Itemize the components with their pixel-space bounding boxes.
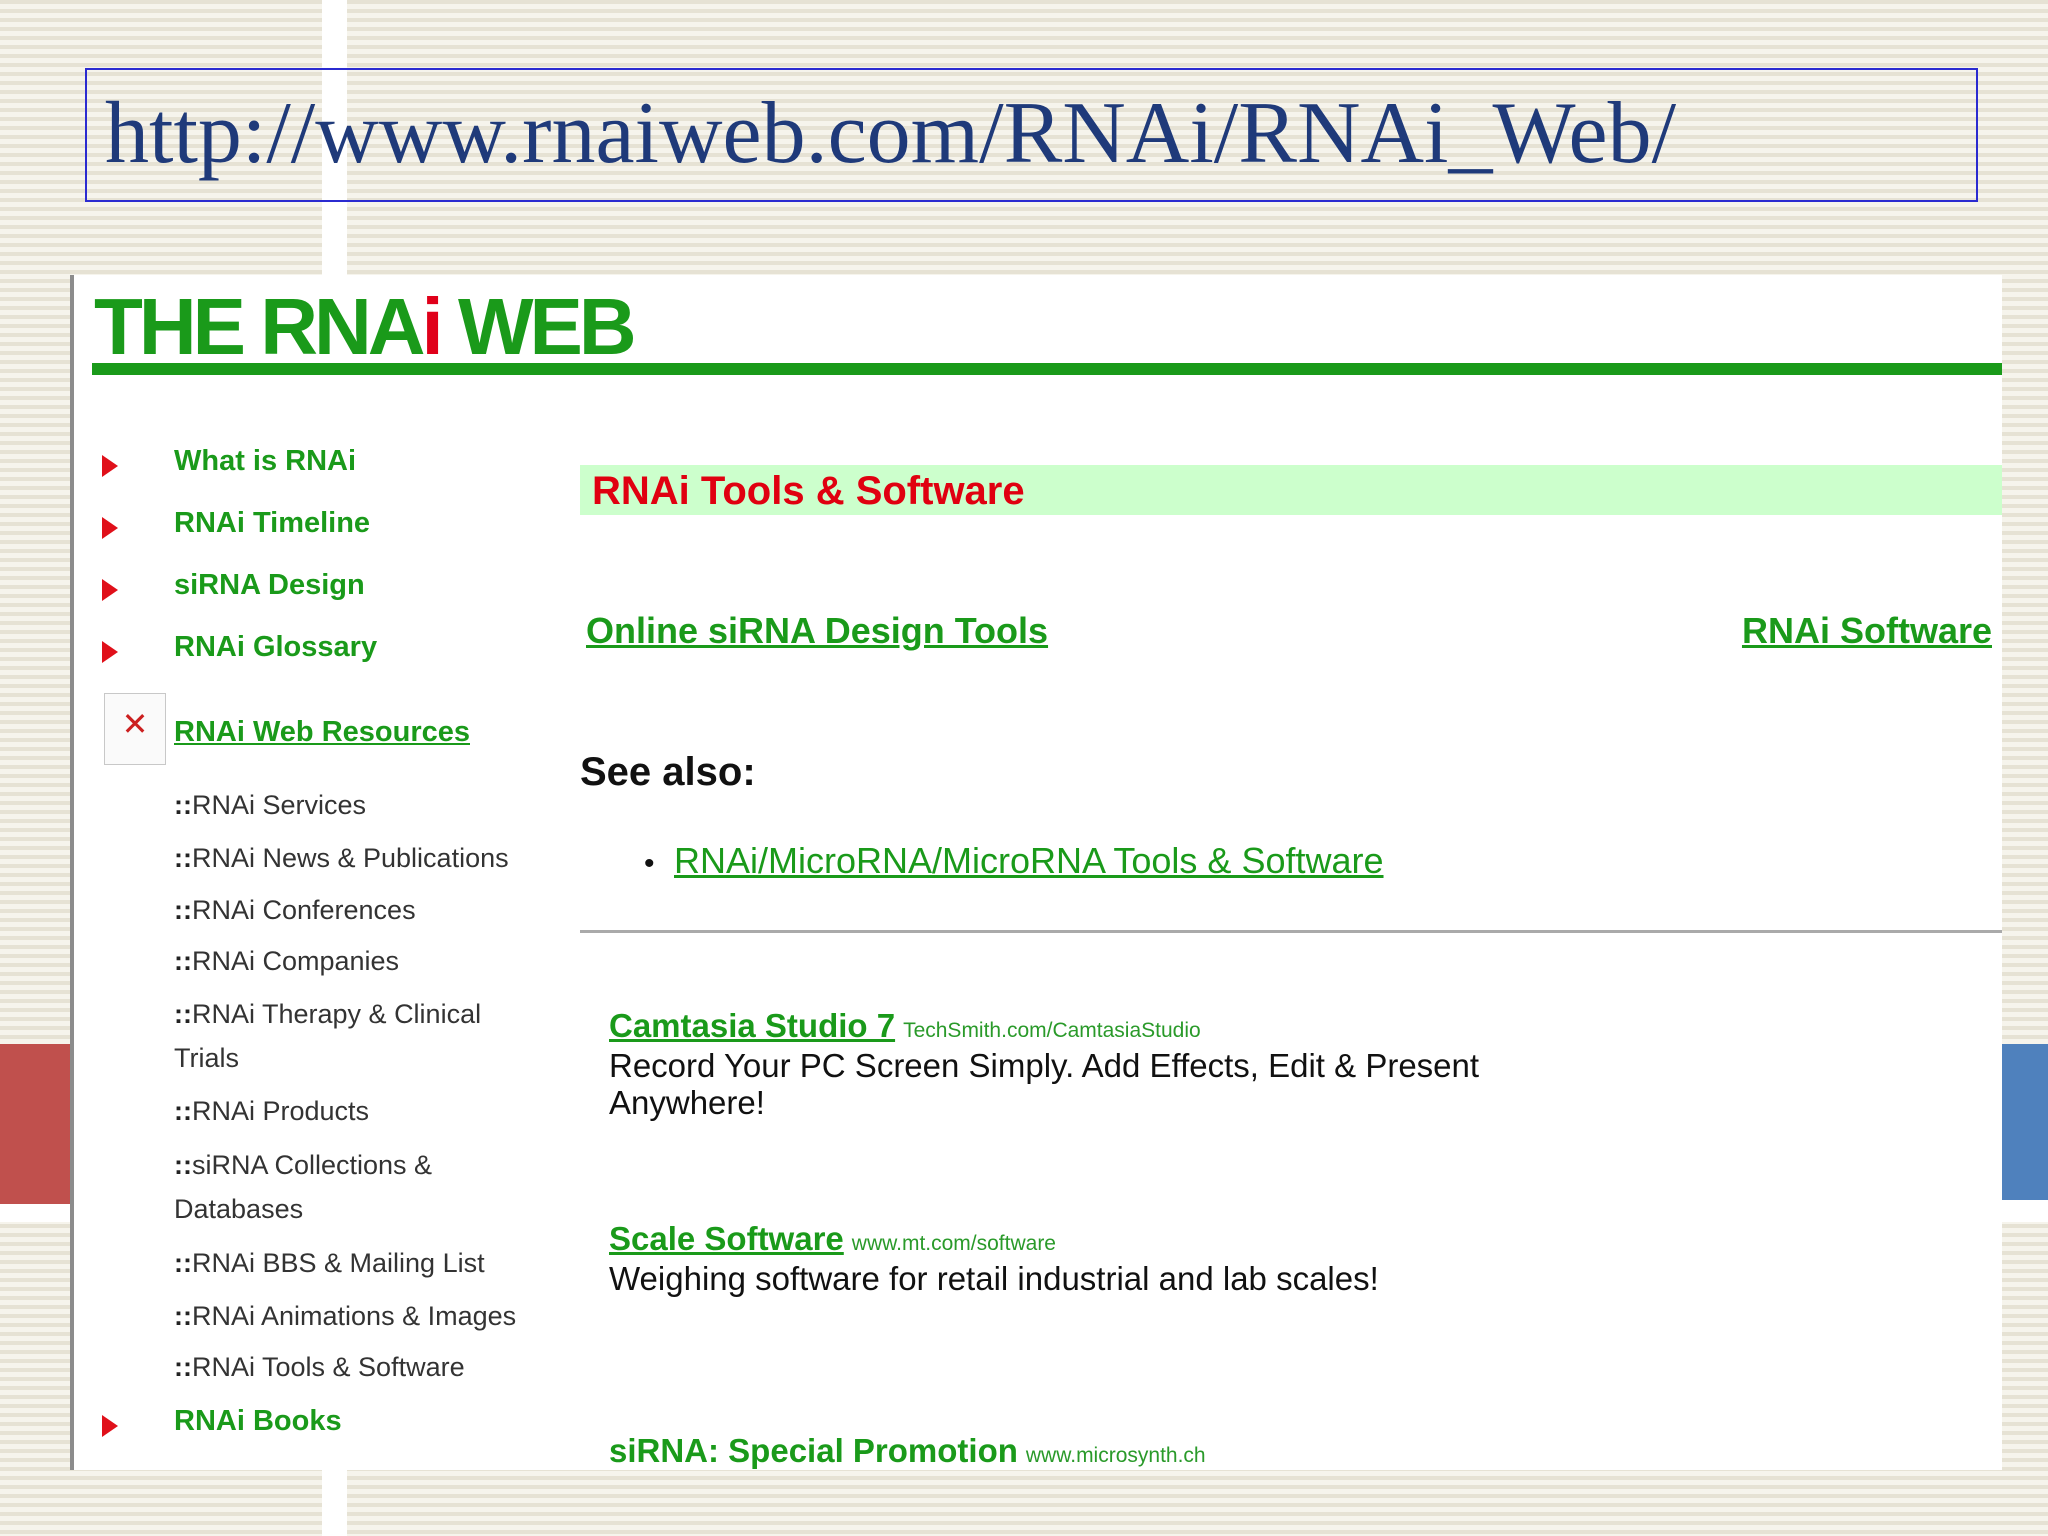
decorative-blue-block [1998, 1044, 2048, 1200]
sub-link-rnai-news[interactable]: ::RNAi News & Publications [174, 836, 574, 880]
logo-text-main: THE RNA [94, 282, 426, 371]
sub-label: RNAi Conferences [191, 895, 416, 925]
sub-prefix: :: [174, 999, 192, 1029]
ad-description: Weighing software for retail industrial … [609, 1260, 1379, 1297]
url-title-box: http://www.rnaiweb.com/RNAi/RNAi_Web/ [85, 68, 1978, 202]
sub-prefix: :: [174, 1352, 192, 1382]
nav-label: RNAi Timeline [174, 507, 371, 539]
sub-link-rnai-companies[interactable]: ::RNAi Companies [174, 939, 574, 983]
sub-link-rnai-tools[interactable]: ::RNAi Tools & Software [174, 1345, 574, 1389]
sub-link-sirna-collections[interactable]: ::siRNA Collections & Databases [174, 1143, 494, 1231]
sub-label: RNAi Products [191, 1096, 370, 1126]
header-divider [92, 363, 2002, 375]
bullet: • [644, 847, 655, 880]
ad-title-link[interactable]: siRNA: Special Promotion [609, 1432, 1018, 1469]
sub-link-rnai-services[interactable]: ::RNAi Services [174, 783, 574, 827]
sub-link-rnai-conferences[interactable]: ::RNAi Conferences [174, 888, 574, 932]
ad-url[interactable]: www.microsynth.ch [1026, 1444, 1206, 1467]
nav-link-rnai-web-resources[interactable]: RNAi Web Resources [174, 716, 470, 749]
arrow-icon [102, 579, 118, 601]
sub-label: RNAi Therapy & Clinical Trials [174, 999, 482, 1073]
broken-image-icon: ✕ [104, 693, 166, 765]
nav-label: siRNA Design [174, 569, 365, 601]
sub-prefix: :: [174, 1248, 192, 1278]
sub-prefix: :: [174, 1150, 192, 1180]
site-logo[interactable]: THE RNAi WEB [94, 281, 637, 373]
sub-prefix: :: [174, 1096, 192, 1126]
sub-label: RNAi Tools & Software [191, 1352, 465, 1382]
sub-label: RNAi Services [191, 790, 367, 820]
sub-prefix: :: [174, 843, 192, 873]
sub-link-rnai-therapy[interactable]: ::RNAi Therapy & Clinical Trials [174, 992, 514, 1080]
arrow-icon [102, 1415, 118, 1437]
link-rnai-software[interactable]: RNAi Software [1742, 610, 1992, 652]
see-also-heading: See also: [580, 750, 756, 794]
section-banner: RNAi Tools & Software [580, 465, 2002, 515]
logo-text-web: WEB [439, 282, 637, 371]
slide-url: http://www.rnaiweb.com/RNAi/RNAi_Web/ [105, 85, 1677, 182]
ad-sirna-promotion: siRNA: Special Promotion www.microsynth.c… [609, 1432, 1509, 1470]
content-divider [580, 930, 2002, 933]
link-online-sirna-design-tools[interactable]: Online siRNA Design Tools [586, 610, 1048, 652]
ad-title-link[interactable]: Scale Software [609, 1220, 844, 1257]
sub-label: RNAi News & Publications [191, 843, 509, 873]
website-screenshot: THE RNAi WEB What is RNAi RNAi Timeline … [70, 275, 2002, 1470]
arrow-icon [102, 517, 118, 539]
ad-url[interactable]: www.mt.com/software [852, 1232, 1056, 1255]
ad-title-link[interactable]: Camtasia Studio 7 [609, 1007, 895, 1044]
sub-prefix: :: [174, 1301, 192, 1331]
arrow-icon [102, 641, 118, 663]
ad-scale-software: Scale Software www.mt.com/software Weighi… [609, 1220, 1509, 1297]
sub-label: RNAi Animations & Images [191, 1301, 517, 1331]
ad-url[interactable]: TechSmith.com/CamtasiaStudio [903, 1019, 1201, 1042]
sub-link-rnai-products[interactable]: ::RNAi Products [174, 1089, 574, 1133]
ad-description: Record Your PC Screen Simply. Add Effect… [609, 1047, 1480, 1121]
decorative-red-block [0, 1044, 80, 1204]
sub-link-rnai-animations[interactable]: ::RNAi Animations & Images [174, 1294, 574, 1338]
arrow-icon [102, 455, 118, 477]
sub-label: RNAi BBS & Mailing List [191, 1248, 485, 1278]
section-title: RNAi Tools & Software [592, 469, 1025, 513]
sub-prefix: :: [174, 946, 192, 976]
sub-link-rnai-bbs[interactable]: ::RNAi BBS & Mailing List [174, 1241, 574, 1285]
logo-text-i: i [421, 282, 444, 371]
link-microrna-tools[interactable]: RNAi/MicroRNA/MicroRNA Tools & Software [674, 840, 1384, 882]
sub-prefix: :: [174, 895, 192, 925]
sub-label: siRNA Collections & Databases [174, 1150, 433, 1224]
nav-label: RNAi Books [174, 1405, 342, 1437]
ad-camtasia: Camtasia Studio 7 TechSmith.com/CamtasiaS… [609, 1007, 1509, 1121]
nav-label: What is RNAi [174, 445, 357, 477]
sub-prefix: :: [174, 790, 192, 820]
sub-label: RNAi Companies [191, 946, 400, 976]
nav-label: RNAi Glossary [174, 631, 378, 663]
